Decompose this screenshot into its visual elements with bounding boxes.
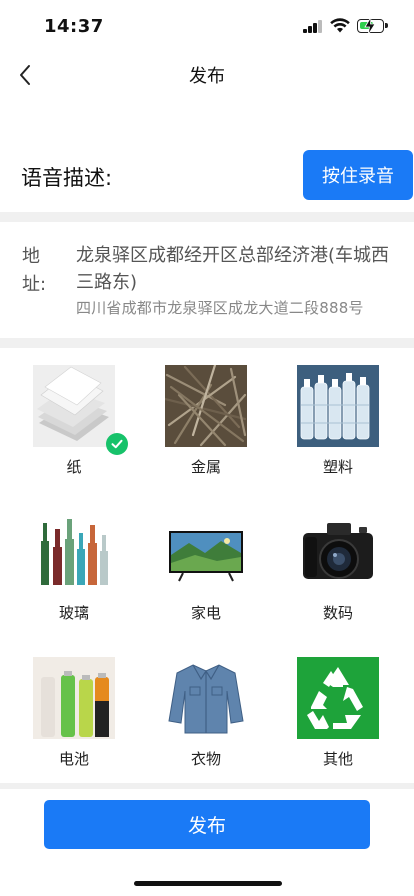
divider: [0, 212, 414, 222]
recycle-symbol-image: [297, 657, 379, 739]
category-label: 纸: [66, 458, 82, 476]
category-paper[interactable]: 纸: [8, 350, 138, 480]
category-metal[interactable]: 金属: [140, 350, 270, 480]
denim-jacket-image: [165, 657, 247, 739]
status-bar: 14:37: [0, 0, 414, 50]
divider: [0, 338, 414, 348]
category-label: 数码: [322, 604, 353, 622]
category-other[interactable]: 其他: [272, 642, 402, 772]
category-label: 其他: [322, 750, 353, 768]
category-label: 金属: [190, 458, 221, 476]
wifi-icon: [330, 18, 350, 33]
cellular-signal-icon: [303, 20, 323, 33]
selected-check-icon: [106, 433, 128, 455]
batteries-image: [33, 657, 115, 739]
charging-bolt-icon: [364, 17, 376, 35]
camera-image: [297, 511, 379, 593]
paper-stack-image: [33, 365, 115, 447]
category-clothing[interactable]: 衣物: [140, 642, 270, 772]
status-time: 14:37: [44, 16, 104, 37]
category-glass[interactable]: 玻璃: [8, 496, 138, 626]
category-battery[interactable]: 电池: [8, 642, 138, 772]
category-label: 衣物: [190, 750, 221, 768]
publish-button[interactable]: 发布: [44, 800, 370, 849]
category-label: 玻璃: [58, 604, 89, 622]
television-image: [165, 511, 247, 593]
category-plastic[interactable]: 塑料: [272, 350, 402, 480]
scrap-metal-image: [165, 365, 247, 447]
hold-to-record-button[interactable]: 按住录音: [303, 150, 413, 200]
category-label: 塑料: [322, 458, 353, 476]
category-digital[interactable]: 数码: [272, 496, 402, 626]
page-title: 发布: [189, 66, 225, 87]
category-appliance[interactable]: 家电: [140, 496, 270, 626]
nav-bar: 发布: [0, 50, 414, 98]
address-label-suffix: 址:: [22, 274, 47, 295]
voice-description-label: 语音描述:: [21, 166, 113, 190]
address-main-text: 龙泉驿区成都经开区总部经济港(车城西三路东): [76, 245, 390, 293]
glass-bottles-image: [33, 511, 115, 593]
home-indicator: [134, 881, 282, 886]
address-label: 地: [22, 246, 40, 267]
address-detail-text: 四川省成都市龙泉驿区成龙大道二段888号: [76, 299, 364, 317]
divider: [0, 783, 414, 789]
voice-description-row: 语音描述: 按住录音: [0, 150, 414, 202]
category-label: 电池: [58, 750, 89, 768]
category-label: 家电: [190, 604, 221, 622]
plastic-bottles-image: [297, 365, 379, 447]
